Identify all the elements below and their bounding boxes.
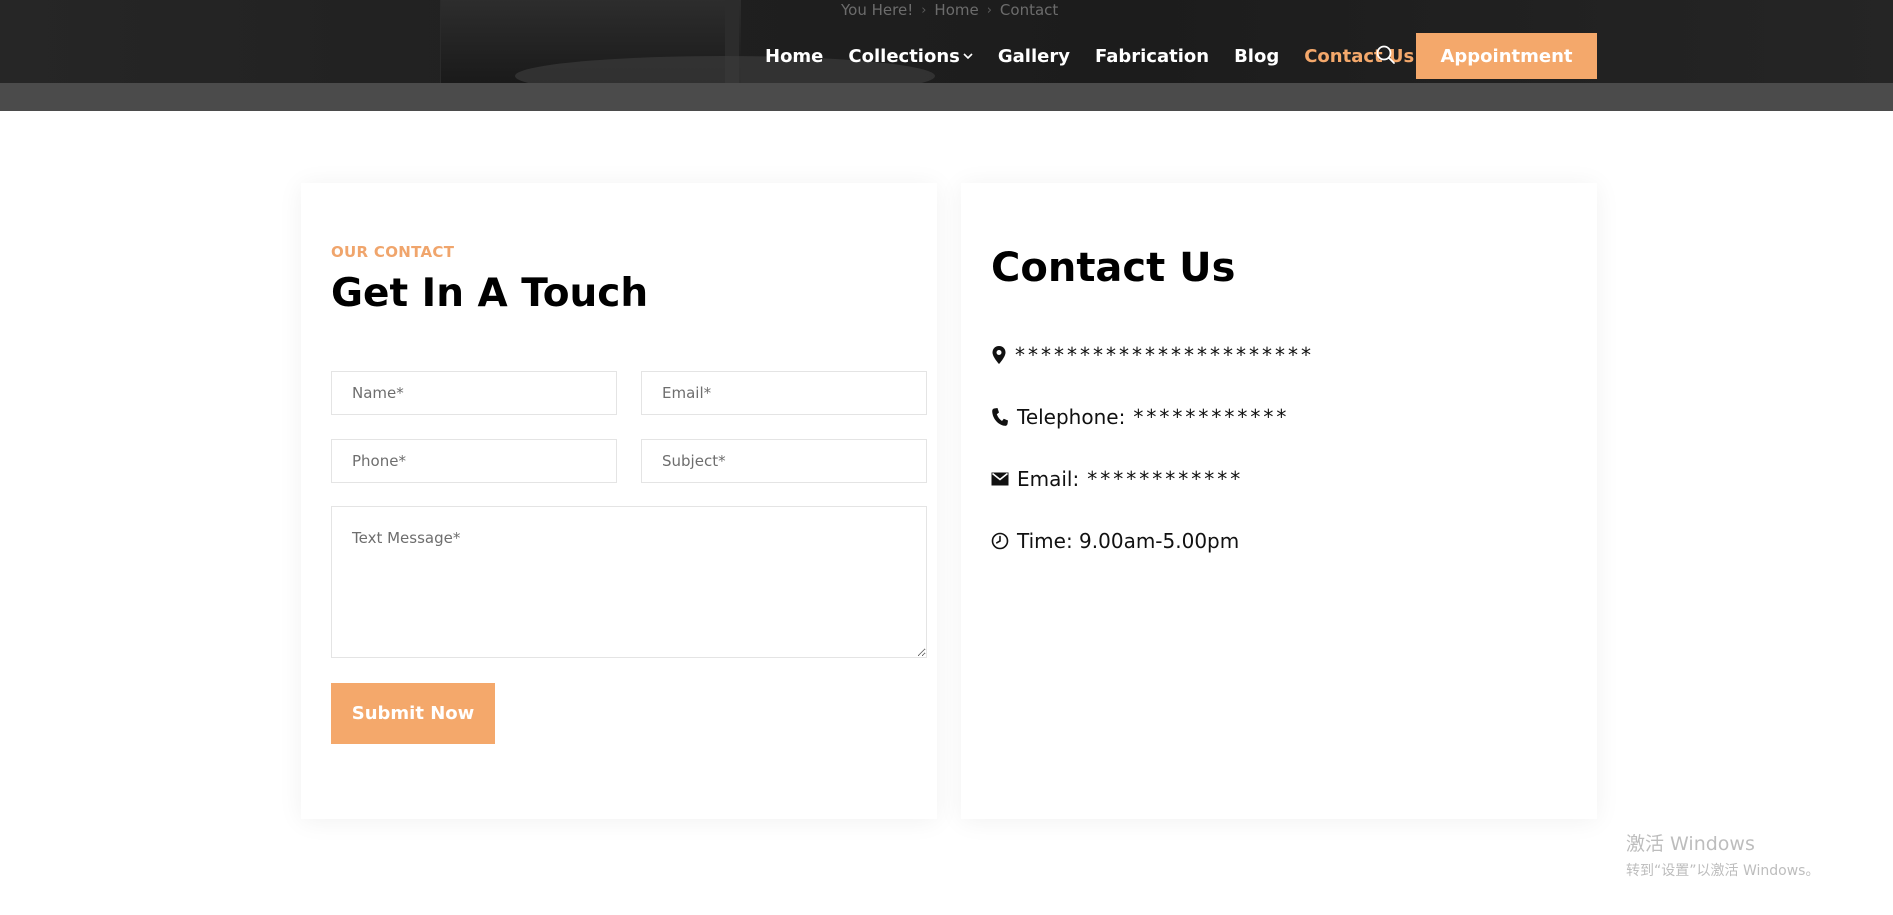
email-label: Email:	[1017, 467, 1080, 491]
contact-title: Contact Us	[991, 245, 1236, 291]
email-input[interactable]	[641, 371, 927, 415]
site-header: You Here! › Home › Contact Home Collecti…	[0, 0, 1893, 83]
telephone-label: Telephone:	[1017, 405, 1126, 429]
envelope-icon	[991, 472, 1009, 486]
map-pin-icon	[992, 346, 1006, 364]
appointment-button[interactable]: Appointment	[1416, 33, 1597, 79]
nav-item-gallery[interactable]: Gallery	[998, 46, 1070, 67]
contact-info-card: Contact Us *********************** Telep…	[961, 183, 1597, 819]
nav-item-label: Home	[765, 45, 824, 67]
form-title: Get In A Touch	[331, 271, 649, 316]
address-text: ***********************	[1015, 343, 1314, 367]
hours-row: Time: 9.00am-5.00pm	[991, 529, 1239, 553]
nav-item-label: Contact Us	[1304, 45, 1415, 67]
address-row: ***********************	[991, 343, 1314, 367]
nav-item-label: Gallery	[997, 45, 1070, 67]
windows-activation-watermark: 激活 Windows 转到“设置”以激活 Windows。	[1626, 829, 1819, 880]
clock-icon	[991, 532, 1009, 550]
nav-item-label: Fabrication	[1094, 45, 1210, 67]
nav-item-label: Collections	[848, 45, 960, 67]
breadcrumb-prefix: You Here!	[841, 1, 914, 19]
contact-form-card: OUR CONTACT Get In A Touch Submit Now	[301, 183, 937, 819]
chevron-down-icon	[963, 53, 973, 60]
section-eyebrow: OUR CONTACT	[331, 243, 455, 261]
breadcrumb-home-link[interactable]: Home	[934, 1, 978, 19]
telephone-value[interactable]: ************	[1133, 405, 1289, 429]
nav-item-label: Blog	[1234, 45, 1280, 67]
header-bottom-strip	[0, 83, 1893, 111]
search-icon[interactable]	[1375, 44, 1397, 66]
nav-item-collections[interactable]: Collections	[848, 45, 973, 67]
message-textarea[interactable]	[331, 506, 927, 658]
name-input[interactable]	[331, 371, 617, 415]
hours-text: Time: 9.00am-5.00pm	[1017, 529, 1240, 553]
nav-item-fabrication[interactable]: Fabrication	[1095, 46, 1209, 67]
email-value[interactable]: ************	[1087, 467, 1243, 491]
chevron-right-icon: ›	[986, 2, 992, 18]
email-row: Email: ************	[991, 467, 1243, 491]
nav-item-blog[interactable]: Blog	[1234, 46, 1279, 67]
main-nav: Home Collections Gallery Fabrication Blo…	[765, 42, 1452, 70]
breadcrumb: You Here! › Home › Contact	[841, 0, 1058, 20]
breadcrumb-current: Contact	[999, 1, 1059, 19]
watermark-title: 激活 Windows	[1626, 833, 1755, 855]
telephone-row: Telephone: ************	[991, 405, 1289, 429]
phone-icon	[992, 408, 1008, 426]
nav-item-contact-us[interactable]: Contact Us	[1304, 46, 1427, 67]
watermark-subtitle: 转到“设置”以激活 Windows。	[1626, 863, 1820, 879]
nav-item-home[interactable]: Home	[765, 46, 823, 67]
phone-input[interactable]	[331, 439, 617, 483]
chevron-right-icon: ›	[921, 2, 927, 18]
submit-button[interactable]: Submit Now	[331, 683, 495, 744]
subject-input[interactable]	[641, 439, 927, 483]
